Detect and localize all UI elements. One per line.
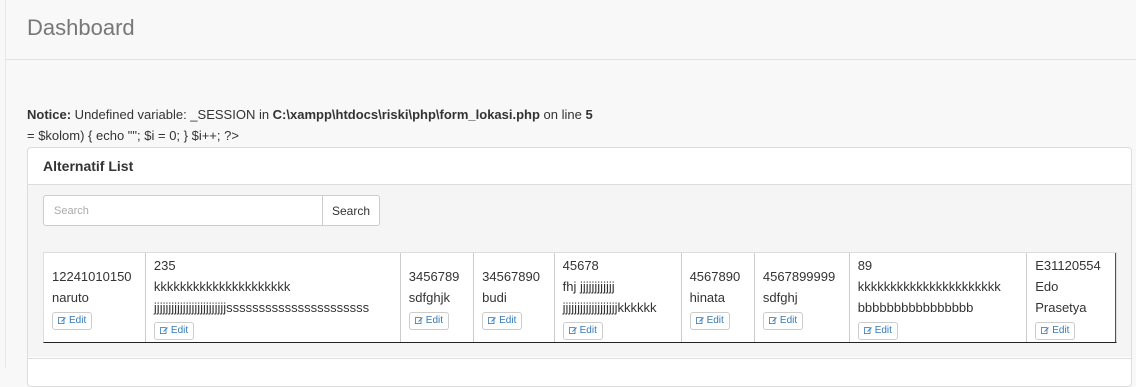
table-cell: 3456789 sdfghjk Edit <box>400 253 475 342</box>
panel-title: Alternatif List <box>43 158 134 174</box>
cell-code: 4567899999 <box>762 268 836 284</box>
table-cell: 12241010150 naruto Edit <box>44 253 146 342</box>
table-cell: E31120554 Edo Prasetya Edit <box>1026 253 1116 342</box>
cell-text: naruto <box>52 289 89 305</box>
edit-icon <box>568 327 577 334</box>
table-cell: 34567890 budi Edit <box>473 253 555 342</box>
edit-button[interactable]: Edit <box>857 322 898 340</box>
page: Dashboard Notice: Undefined variable: _S… <box>5 0 1136 387</box>
panel-heading: Alternatif List <box>28 148 1131 185</box>
cell-text: bbbbbbbbbbbbbbbb <box>857 300 974 315</box>
notice-path: C:\xampp\htdocs\riski\php\form_lokasi.ph… <box>272 107 540 122</box>
page-header: Dashboard <box>6 0 1136 60</box>
page-title: Dashboard <box>27 15 135 40</box>
edit-button-label: Edit <box>874 325 892 336</box>
cell-code: 4567890 <box>689 268 741 284</box>
edit-button[interactable]: Edit <box>408 311 450 330</box>
notice-message: Undefined variable: _SESSION in <box>71 107 273 122</box>
edit-button-label: Edit <box>706 314 724 326</box>
edit-icon <box>768 316 777 324</box>
edit-button[interactable]: Edit <box>153 322 195 340</box>
edit-button-label: Edit <box>579 325 597 336</box>
alternatif-table: 12241010150 naruto Edit 235 kkkkkkkkkkkkkkkk… <box>44 253 1116 342</box>
notice-line-number: 5 <box>585 107 593 122</box>
alternatif-table-wrap: 12241010150 naruto Edit 235 kkkkkkkkkkkkkkkk… <box>43 252 1117 343</box>
cell-code: 34567890 <box>482 268 540 284</box>
edit-icon <box>414 316 423 324</box>
edit-icon <box>159 327 168 334</box>
edit-icon <box>1041 327 1050 334</box>
cell-text: hinata <box>689 289 725 305</box>
cell-code: 3456789 <box>408 268 460 284</box>
edit-icon <box>695 316 704 324</box>
table-cell: 89 kkkkkkkkkkkkkkkkkkkkkk bbbbbbbbbbbbbbbb… <box>849 253 1028 342</box>
cell-text: jjjjjjjjjjjjjjjjjjjkkkkkk <box>562 300 657 315</box>
cell-text: sdfghj <box>762 289 798 305</box>
cell-code: 235 <box>153 258 176 273</box>
edit-button-label: Edit <box>779 314 798 326</box>
edit-button-label: Edit <box>69 314 87 326</box>
panel-body: Search 12241010150 naruto Edit 235 kkkkkkkkk… <box>28 185 1131 357</box>
cell-text: jjjjjjjjjjjjjjjjjjjjjjjjjsssssssssssssss… <box>153 300 370 315</box>
cell-code: 12241010150 <box>52 268 132 284</box>
table-cell: 235 kkkkkkkkkkkkkkkkkkkkk jjjjjjjjjjjjjjjj… <box>145 253 401 342</box>
cell-text: fhj jjjjjjjjjjjj <box>562 279 615 294</box>
edit-button[interactable]: Edit <box>689 311 730 330</box>
cell-text: sdfghjk <box>408 289 450 305</box>
edit-button-label: Edit <box>425 314 444 326</box>
cell-text: kkkkkkkkkkkkkkkkkkkkk <box>153 279 291 294</box>
table-row: 12241010150 naruto Edit 235 kkkkkkkkkkkkkkkk… <box>44 253 1116 342</box>
edit-button[interactable]: Edit <box>482 311 523 330</box>
edit-button[interactable]: Edit <box>562 322 603 340</box>
table-cell: 4567890 hinata Edit <box>681 253 755 342</box>
cell-text: kkkkkkkkkkkkkkkkkkkkkk <box>857 279 1001 294</box>
edit-icon <box>863 327 872 334</box>
edit-button[interactable]: Edit <box>52 311 93 330</box>
cell-text: budi <box>482 289 507 305</box>
edit-icon <box>58 316 66 324</box>
edit-button-label: Edit <box>1052 325 1070 336</box>
cell-code: 89 <box>857 258 873 273</box>
notice-on-line: on line <box>539 107 586 122</box>
cell-code: E31120554 <box>1035 258 1101 273</box>
raw-php-output: = $kolom) { echo ""; $i = 0; } $i++; ?> <box>27 128 239 143</box>
search-button[interactable]: Search <box>322 195 381 226</box>
table-cell: 4567899999 sdfghj Edit <box>754 253 850 342</box>
search-group: Search <box>43 195 381 226</box>
cell-code: 45678 <box>562 258 599 273</box>
alternatif-panel: Alternatif List Search 12241010150 naruto… <box>27 147 1132 387</box>
search-input[interactable] <box>43 195 322 226</box>
edit-button[interactable]: Edit <box>1035 322 1076 340</box>
notice-label: Notice: <box>27 107 72 122</box>
cell-text: Edo <box>1035 279 1059 294</box>
cell-text: Prasetya <box>1035 300 1087 315</box>
panel-footer-divider <box>28 358 1131 359</box>
php-notice: Notice: Undefined variable: _SESSION in … <box>27 106 593 124</box>
edit-button-label: Edit <box>499 314 517 326</box>
edit-icon <box>488 316 496 324</box>
edit-button-label: Edit <box>170 325 189 336</box>
edit-button[interactable]: Edit <box>762 311 804 330</box>
table-cell: 45678 fhj jjjjjjjjjjjj jjjjjjjjjjjjjjjjjjj… <box>554 253 682 342</box>
